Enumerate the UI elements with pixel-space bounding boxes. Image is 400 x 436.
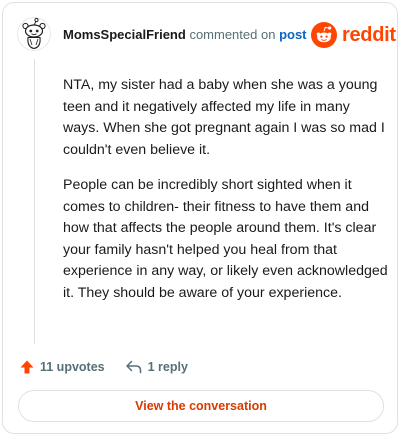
post-link[interactable]: post — [279, 27, 306, 42]
snoo-avatar-icon — [17, 17, 51, 51]
user-avatar[interactable] — [17, 17, 51, 51]
thread-line — [34, 59, 35, 344]
reply-arrow-icon — [125, 360, 141, 374]
reddit-logo[interactable]: reddit — [311, 22, 396, 48]
reply-button[interactable]: 1 reply — [125, 359, 188, 375]
comment-body: NTA, my sister had a baby when she was a… — [63, 75, 388, 318]
comment-paragraph: NTA, my sister had a baby when she was a… — [63, 77, 385, 158]
view-conversation-button[interactable]: View the conversation — [18, 390, 384, 422]
reddit-snoo-icon — [311, 22, 337, 48]
comment-actions: 11 upvotes 1 reply — [19, 357, 379, 377]
upvote-count: 11 upvotes — [40, 360, 105, 374]
comment-embed-card: MomsSpecialFriend commented on post redd… — [2, 2, 398, 434]
reddit-wordmark: reddit — [342, 23, 396, 46]
comment-header: MomsSpecialFriend commented on post redd… — [3, 3, 397, 63]
reply-count: 1 reply — [147, 360, 188, 374]
upvote-arrow-icon — [20, 360, 34, 374]
action-text: commented on — [189, 27, 276, 42]
comment-meta: MomsSpecialFriend commented on post — [63, 27, 307, 42]
username-link[interactable]: MomsSpecialFriend — [63, 27, 186, 42]
upvote-button[interactable]: 11 upvotes — [19, 359, 105, 375]
comment-paragraph: People can be incredibly short sighted w… — [63, 177, 388, 301]
